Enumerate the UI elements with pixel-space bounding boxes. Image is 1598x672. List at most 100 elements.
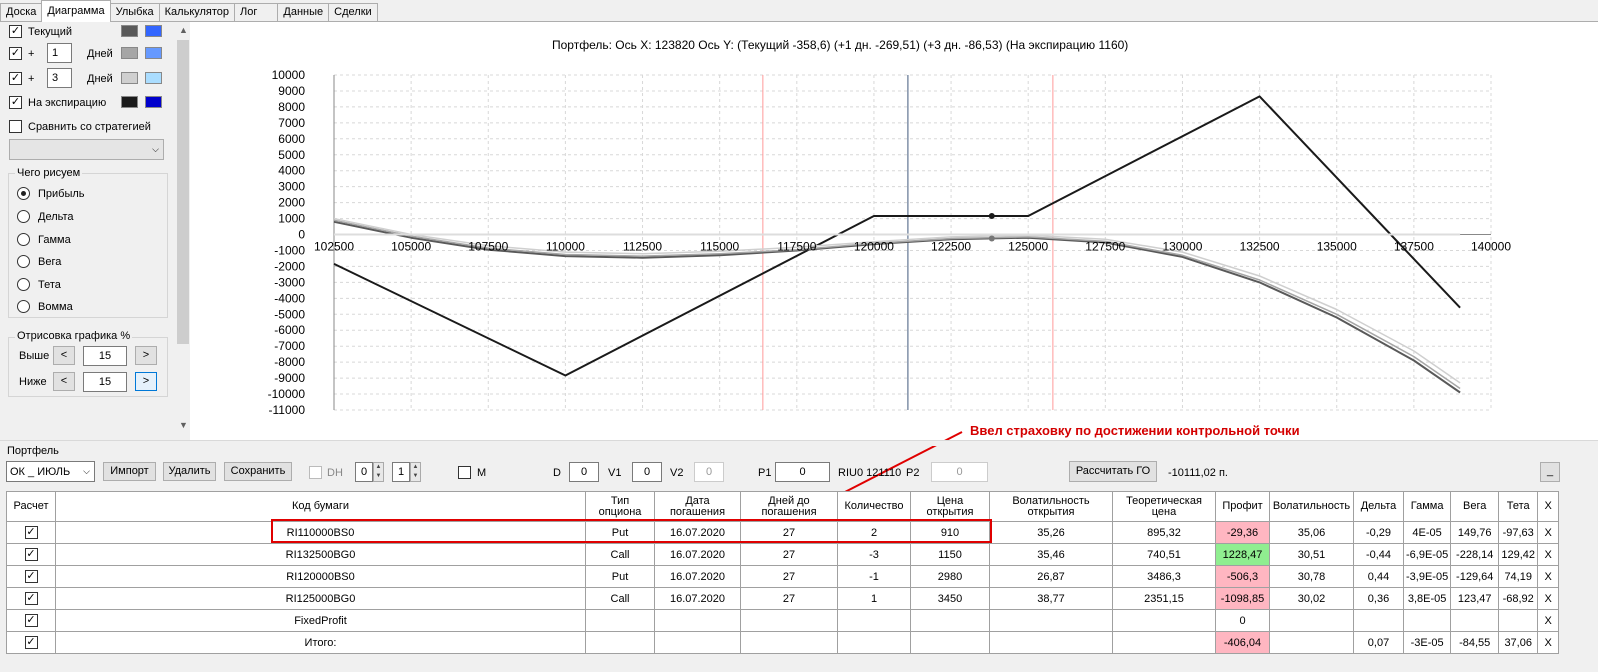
remove-row-button[interactable]: X <box>1537 565 1560 588</box>
table-row[interactable]: Итого: -406,04 0,07-3E-05-84,5537,06X <box>6 631 1560 654</box>
cell-price <box>910 609 990 632</box>
y-tick-label: -4000 <box>274 291 305 305</box>
d-input[interactable]: 0 <box>569 462 599 482</box>
v1-input[interactable]: 0 <box>632 462 662 482</box>
cell-theta: 129,42 <box>1498 543 1539 566</box>
portfolio-table: Расчет Код бумаги Тип опциона Дата погаш… <box>6 491 1560 654</box>
header-theo[interactable]: Теоретическая цена <box>1112 491 1216 522</box>
calc-checkbox[interactable] <box>24 614 38 627</box>
calc-go-button[interactable]: Рассчитать ГО <box>1069 461 1157 482</box>
dh-spinner-2[interactable]: ▲ ▼ <box>410 462 421 482</box>
p2-input[interactable]: 0 <box>931 462 988 482</box>
table-row[interactable]: RI132500BG0Call16.07.202027-3115035,4674… <box>6 543 1560 566</box>
y-tick-label: -5000 <box>274 307 305 321</box>
calc-checkbox-cell[interactable] <box>6 631 56 654</box>
cell-profit: 0 <box>1215 609 1270 632</box>
p2-label: P2 <box>906 467 920 479</box>
cell-theta: 74,19 <box>1498 565 1539 588</box>
x-tick-label: 132500 <box>1240 240 1280 254</box>
calc-checkbox-cell[interactable] <box>6 521 56 544</box>
remove-row-button[interactable]: X <box>1537 543 1560 566</box>
y-tick-label: -7000 <box>274 339 305 353</box>
calc-checkbox[interactable] <box>24 526 38 539</box>
table-row[interactable]: FixedProfit 0 X <box>6 609 1560 632</box>
header-vega[interactable]: Вега <box>1450 491 1500 522</box>
remove-row-button[interactable]: X <box>1537 609 1560 632</box>
save-button[interactable]: Сохранить <box>224 462 292 481</box>
cell-type: Put <box>585 565 655 588</box>
dh-value-1[interactable]: 0 <box>355 462 373 482</box>
x-tick-label: 102500 <box>314 240 354 254</box>
y-tick-label: 6000 <box>278 132 305 146</box>
tab-diagram[interactable]: Диаграмма <box>41 0 111 22</box>
remove-row-button[interactable]: X <box>1537 631 1560 654</box>
calc-checkbox[interactable] <box>24 570 38 583</box>
header-code[interactable]: Код бумаги <box>55 491 586 522</box>
header-days[interactable]: Дней до погашения <box>740 491 838 522</box>
cell-profit: -406,04 <box>1215 631 1270 654</box>
cell-qty: -3 <box>837 543 911 566</box>
calc-checkbox-cell[interactable] <box>6 587 56 610</box>
cell-theo: 2351,15 <box>1112 587 1216 610</box>
import-button[interactable]: Импорт <box>103 462 156 481</box>
header-theta[interactable]: Тета <box>1498 491 1539 522</box>
header-gamma[interactable]: Гамма <box>1402 491 1452 522</box>
portfolio-combo[interactable]: ОК _ ИЮЛЬ ⌵ <box>6 461 95 482</box>
calc-checkbox[interactable] <box>24 636 38 649</box>
header-vol[interactable]: Волатильность <box>1269 491 1354 522</box>
cell-qty <box>837 609 911 632</box>
calc-checkbox-cell[interactable] <box>6 609 56 632</box>
x-tick-label: 107500 <box>468 240 508 254</box>
header-x[interactable]: X <box>1537 491 1560 522</box>
y-tick-label: -3000 <box>274 275 305 289</box>
cell-qty: 1 <box>837 587 911 610</box>
remove-row-button[interactable]: X <box>1537 521 1560 544</box>
profit-chart[interactable]: 102500 105000 107500 110000 112500 115000 1175… <box>0 0 1598 440</box>
cell-theo: 740,51 <box>1112 543 1216 566</box>
header-calc[interactable]: Расчет <box>6 491 56 522</box>
cell-type <box>585 631 655 654</box>
cell-theta: 37,06 <box>1498 631 1539 654</box>
cell-theo <box>1112 609 1216 632</box>
splitter[interactable] <box>0 440 1598 446</box>
cell-vol: 35,06 <box>1269 521 1354 544</box>
dh-checkbox[interactable] <box>309 466 322 479</box>
x-tick-label: 135000 <box>1317 240 1357 254</box>
calc-checkbox[interactable] <box>24 548 38 561</box>
dh-value-2[interactable]: 1 <box>392 462 410 482</box>
cell-delta: -0,44 <box>1353 543 1404 566</box>
x-tick-label: 130000 <box>1162 240 1202 254</box>
calc-checkbox-cell[interactable] <box>6 565 56 588</box>
header-type[interactable]: Тип опциона <box>585 491 655 522</box>
x-tick-label: 115000 <box>700 240 739 254</box>
m-checkbox[interactable] <box>458 466 471 479</box>
d-label: D <box>553 467 561 479</box>
header-vol-open[interactable]: Волатильность открытия <box>989 491 1113 522</box>
cell-delta: -0,29 <box>1353 521 1404 544</box>
calc-checkbox-cell[interactable] <box>6 543 56 566</box>
cell-delta: 0,07 <box>1353 631 1404 654</box>
x-tick-label: 112500 <box>623 240 662 254</box>
calc-checkbox[interactable] <box>24 592 38 605</box>
table-row[interactable]: RI125000BG0Call16.07.2020271345038,77235… <box>6 587 1560 610</box>
v2-input[interactable]: 0 <box>694 462 724 482</box>
minimize-button[interactable]: _ <box>1540 462 1560 482</box>
header-delta[interactable]: Дельта <box>1353 491 1404 522</box>
header-profit[interactable]: Профит <box>1215 491 1270 522</box>
y-tick-label: 3000 <box>278 180 305 194</box>
header-qty[interactable]: Количество <box>837 491 911 522</box>
cell-price: 1150 <box>910 543 990 566</box>
y-tick-label: -2000 <box>274 259 305 273</box>
cell-type: Call <box>585 543 655 566</box>
table-row[interactable]: RI120000BS0Put16.07.202027-1298026,87348… <box>6 565 1560 588</box>
portfolio-combo-value: ОК _ ИЮЛЬ <box>10 466 71 478</box>
p1-input[interactable]: 0 <box>775 462 830 482</box>
cell-code: FixedProfit <box>55 609 586 632</box>
cell-date: 16.07.2020 <box>654 565 741 588</box>
delete-button[interactable]: Удалить <box>163 462 216 481</box>
v2-label: V2 <box>670 467 684 479</box>
remove-row-button[interactable]: X <box>1537 587 1560 610</box>
dh-spinner-1[interactable]: ▲ ▼ <box>373 462 384 482</box>
header-price[interactable]: Цена открытия <box>910 491 990 522</box>
header-date[interactable]: Дата погашения <box>654 491 741 522</box>
